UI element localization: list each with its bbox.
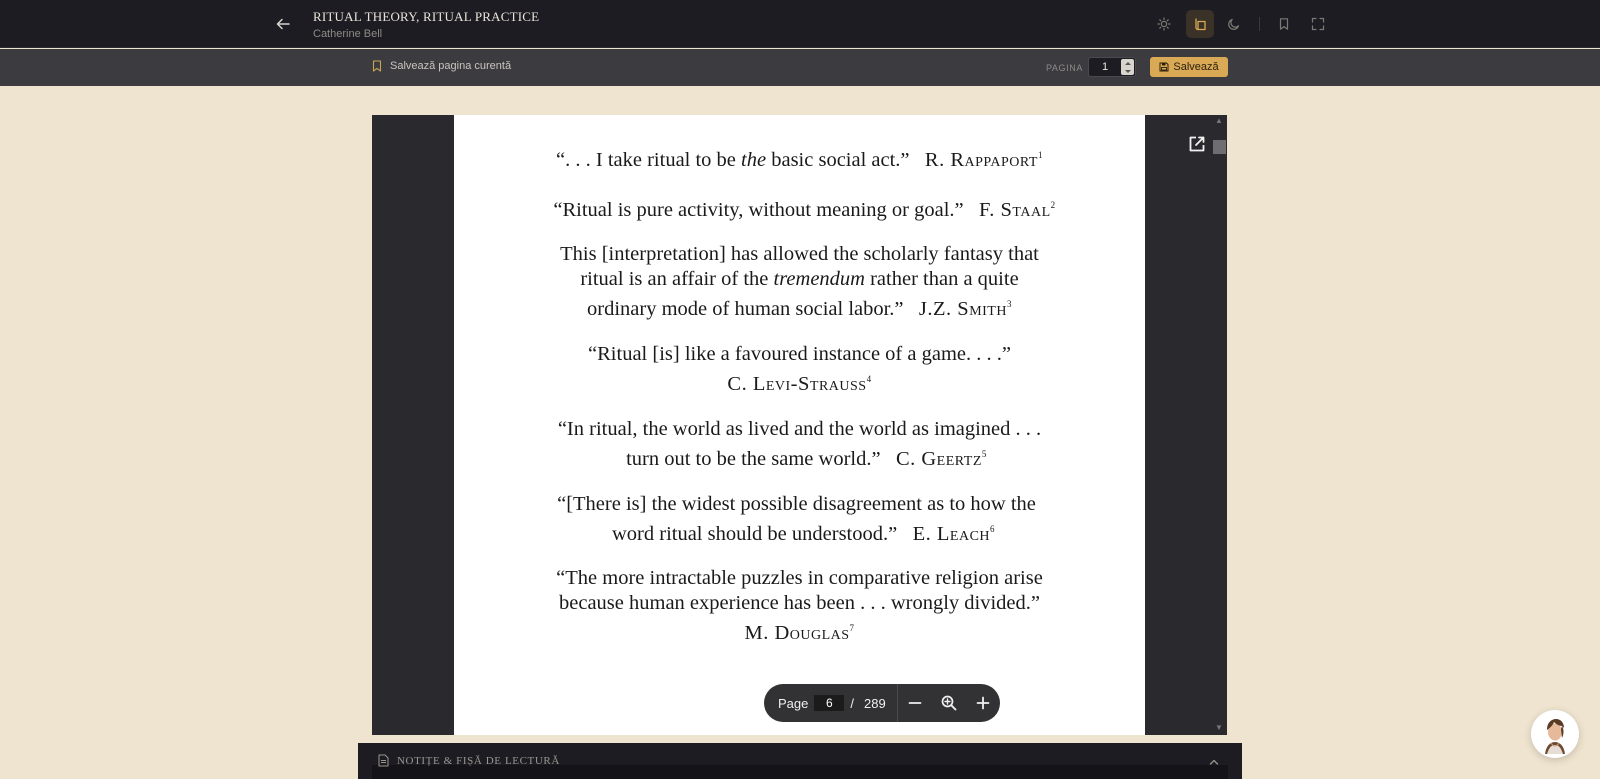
quote-author: F. Staal2 bbox=[979, 198, 1056, 221]
document-icon bbox=[378, 754, 389, 767]
toolbar-divider bbox=[1259, 17, 1260, 31]
scroll-down-icon[interactable]: ▼ bbox=[1215, 723, 1223, 732]
bookmark-button[interactable] bbox=[1270, 10, 1298, 38]
notes-body bbox=[372, 765, 1228, 779]
zoom-icon bbox=[941, 695, 957, 711]
viewer-scrollbar[interactable]: ▲ ▼ bbox=[1212, 115, 1227, 735]
plus-icon bbox=[976, 696, 990, 710]
pdf-page-toolbar: Page / 289 bbox=[764, 684, 1000, 722]
quote-author: E. Leach6 bbox=[912, 522, 996, 545]
assistant-avatar-button[interactable] bbox=[1531, 710, 1579, 758]
moon-icon bbox=[1228, 18, 1240, 30]
zoom-out-button[interactable] bbox=[898, 684, 932, 722]
view-controls bbox=[1150, 10, 1330, 38]
open-in-new-icon bbox=[1189, 136, 1205, 152]
notes-panel: NOTIȚE & FIȘĂ DE LECTURĂ bbox=[358, 743, 1242, 779]
book-title: RITUAL THEORY, RITUAL PRACTICE bbox=[313, 9, 540, 24]
save-current-page-label: Salvează pagina curentă bbox=[390, 60, 512, 72]
chevron-up-icon bbox=[1209, 759, 1219, 765]
reading-mode-icon bbox=[1194, 17, 1206, 30]
pdf-total-pages: 289 bbox=[864, 695, 886, 711]
save-page-label: Salvează bbox=[1173, 61, 1219, 73]
notes-header[interactable]: NOTIȚE & FIȘĂ DE LECTURĂ bbox=[378, 754, 560, 767]
pdf-viewer[interactable]: “. . . I take ritual to be the basic soc… bbox=[372, 115, 1227, 735]
dark-mode-button[interactable] bbox=[1220, 10, 1248, 38]
light-mode-button[interactable] bbox=[1150, 10, 1178, 38]
pdf-page-separator: / bbox=[850, 695, 854, 711]
book-author: Catherine Bell bbox=[313, 28, 383, 40]
notes-toggle-button[interactable] bbox=[1209, 753, 1219, 771]
quote-author: C. Geertz5 bbox=[895, 447, 987, 470]
quote-author: J.Z. Smith3 bbox=[918, 297, 1012, 320]
pdf-page: “. . . I take ritual to be the basic soc… bbox=[454, 115, 1145, 735]
quote-rappaport: “. . . I take ritual to be the basic soc… bbox=[556, 148, 1043, 171]
page-number-label: PAGINA bbox=[1046, 63, 1083, 73]
quote-levi-strauss: “Ritual [is] like a favoured instance of… bbox=[454, 342, 1145, 397]
quote-douglas: “The more intractable puzzles in compara… bbox=[454, 566, 1145, 646]
avatar-portrait-icon bbox=[1545, 719, 1565, 754]
scroll-up-icon[interactable]: ▲ bbox=[1215, 116, 1223, 125]
page-bar: Salvează pagina curentă PAGINA Salvează bbox=[0, 49, 1600, 86]
book-info: RITUAL THEORY, RITUAL PRACTICE Catherine… bbox=[313, 9, 539, 40]
bookmark-icon bbox=[1279, 18, 1289, 30]
quote-author: R. Rappaport1 bbox=[924, 148, 1043, 171]
arrow-left-icon bbox=[276, 18, 290, 30]
top-bar: RITUAL THEORY, RITUAL PRACTICE Catherine… bbox=[0, 0, 1600, 48]
stepper-up-icon bbox=[1124, 61, 1131, 65]
quote-smith: This [interpretation] has allowed the sc… bbox=[560, 243, 1039, 320]
back-button[interactable] bbox=[270, 12, 296, 36]
pdf-page-input[interactable] bbox=[814, 695, 845, 711]
open-external-button[interactable] bbox=[1186, 133, 1208, 155]
quote-author: M. Douglas7 bbox=[744, 621, 855, 644]
minus-icon bbox=[908, 702, 922, 704]
save-icon bbox=[1159, 62, 1169, 72]
save-page-button[interactable]: Salvează bbox=[1150, 57, 1228, 77]
bookmark-outline-icon bbox=[372, 60, 382, 72]
quote-author: C. Levi-Strauss4 bbox=[727, 372, 872, 395]
sepia-mode-button[interactable] bbox=[1186, 10, 1214, 38]
notes-title: NOTIȚE & FIȘĂ DE LECTURĂ bbox=[397, 754, 560, 767]
zoom-fit-button[interactable] bbox=[932, 684, 966, 722]
page-number-stepper[interactable] bbox=[1121, 59, 1134, 75]
fullscreen-icon bbox=[1311, 17, 1325, 31]
sun-icon bbox=[1157, 17, 1171, 31]
quote-geertz: “In ritual, the world as lived and the w… bbox=[557, 418, 1042, 470]
quote-leach: “[There is] the widest possible disagree… bbox=[557, 493, 1036, 545]
stepper-down-icon bbox=[1124, 69, 1131, 73]
scrollbar-thumb[interactable] bbox=[1213, 140, 1226, 154]
pdf-page-label: Page bbox=[778, 695, 809, 711]
save-current-page-button[interactable]: Salvează pagina curentă bbox=[372, 60, 511, 72]
zoom-in-button[interactable] bbox=[966, 684, 1000, 722]
fullscreen-button[interactable] bbox=[1304, 10, 1332, 38]
quote-staal: “Ritual is pure activity, without meanin… bbox=[553, 198, 1056, 221]
